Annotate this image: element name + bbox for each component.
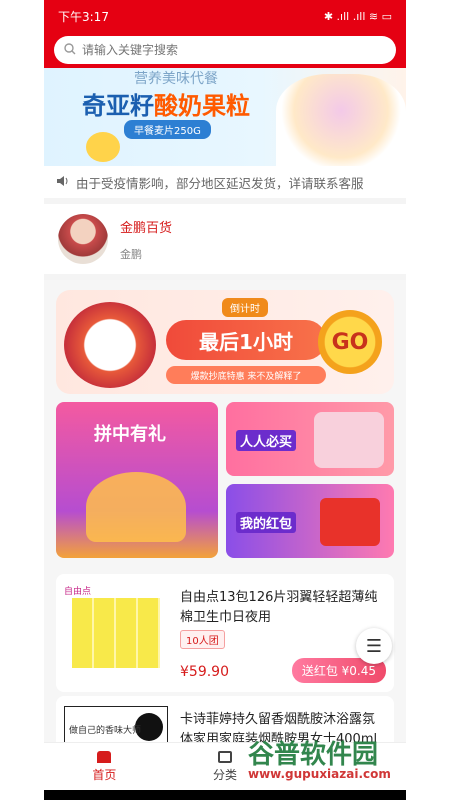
activity-panel: 倒计时 最后1小时 爆款抄底特惠 来不及解释了 GO 拼中有礼 人人必买 我的红…	[44, 280, 406, 800]
countdown-promo[interactable]: 倒计时 最后1小时 爆款抄底特惠 来不及解释了 GO	[56, 290, 394, 394]
must-buy-label: 人人必买	[236, 430, 297, 451]
banner-title: 奇亚籽酸奶果粒	[82, 86, 250, 121]
shop-name: 金鹏百货	[120, 220, 173, 236]
go-button[interactable]: GO	[318, 310, 382, 374]
product-image-text: 做自己的香味大师	[69, 726, 142, 736]
promo-desc: 爆款抄底特惠 来不及解释了	[166, 366, 326, 384]
shopping-cart-image	[314, 412, 384, 468]
product-brand: 自由点	[64, 587, 92, 597]
menu-icon[interactable]: ☰	[356, 628, 392, 664]
watermark-logo: 谷普软件园 www.gupuxiazai.com	[248, 734, 391, 781]
search-box[interactable]	[54, 36, 396, 64]
my-redpacket-tile[interactable]: 我的红包	[226, 484, 394, 558]
status-bar: 下午3:17 ✱ .ıll .ıll ≋ ▭	[44, 0, 406, 32]
product-price: ¥59.90	[180, 664, 229, 680]
notice-bar[interactable]: 由于受疫情影响，部分地区延迟发货，详请联系客服	[44, 166, 406, 198]
search-icon	[64, 42, 76, 58]
banner-pill: 早餐麦片250G	[124, 120, 211, 139]
yogurt-bowl-image	[276, 74, 406, 166]
alarm-clock-image	[64, 302, 156, 388]
watermark-sub: www.gupuxiazai.com	[248, 767, 391, 781]
group-tag: 10人团	[180, 630, 225, 649]
banner-title-part1: 奇亚籽	[82, 92, 154, 120]
product-card[interactable]: 自由点 自由点13包126片羽翼轻轻超薄纯棉卫生巾日夜用 10人团 ¥59.90…	[56, 574, 394, 692]
must-buy-tile[interactable]: 人人必买	[226, 402, 394, 476]
lemon-image	[86, 132, 120, 162]
right-margin	[406, 0, 450, 800]
speaker-icon	[56, 175, 70, 190]
product-image: 自由点	[64, 584, 168, 682]
status-icons: ✱ .ıll .ıll ≋ ▭	[323, 9, 392, 23]
banner-title-part2: 酸奶果粒	[154, 92, 250, 120]
red-envelope-image	[320, 498, 380, 546]
product-title: 自由点13包126片羽翼轻轻超薄纯棉卫生巾日夜用	[180, 590, 378, 625]
left-margin	[0, 0, 44, 800]
group-gift-label: 拼中有礼	[94, 424, 166, 445]
tab-home-label: 首页	[92, 767, 117, 782]
promo-banner[interactable]: 营养美味代餐 奇亚籽酸奶果粒 早餐麦片250G	[44, 68, 406, 166]
countdown-label: 倒计时	[222, 298, 268, 317]
status-time: 下午3:17	[58, 9, 109, 24]
watermark-main: 谷普软件园	[248, 740, 379, 770]
tab-home[interactable]: 首页	[44, 743, 165, 790]
tab-category-label: 分类	[213, 767, 238, 782]
shop-card[interactable]: 金鹏百货 金鹏	[44, 204, 406, 274]
my-redpacket-label: 我的红包	[236, 512, 297, 533]
shop-avatar	[58, 214, 108, 264]
system-nav-bar	[44, 790, 406, 800]
home-icon	[97, 750, 112, 763]
shop-owner: 金鹏	[120, 247, 142, 261]
banner-subtitle: 营养美味代餐	[134, 71, 218, 87]
search-input[interactable]	[82, 43, 386, 57]
pad-pack-image	[72, 598, 160, 668]
notice-text: 由于受疫情影响，部分地区延迟发货，详请联系客服	[76, 175, 364, 191]
group-gift-tile[interactable]: 拼中有礼	[56, 402, 218, 558]
promo-headline: 最后1小时	[166, 320, 326, 360]
category-icon	[218, 750, 232, 763]
top-search-bar	[44, 32, 406, 68]
gift-box-image	[86, 472, 186, 542]
